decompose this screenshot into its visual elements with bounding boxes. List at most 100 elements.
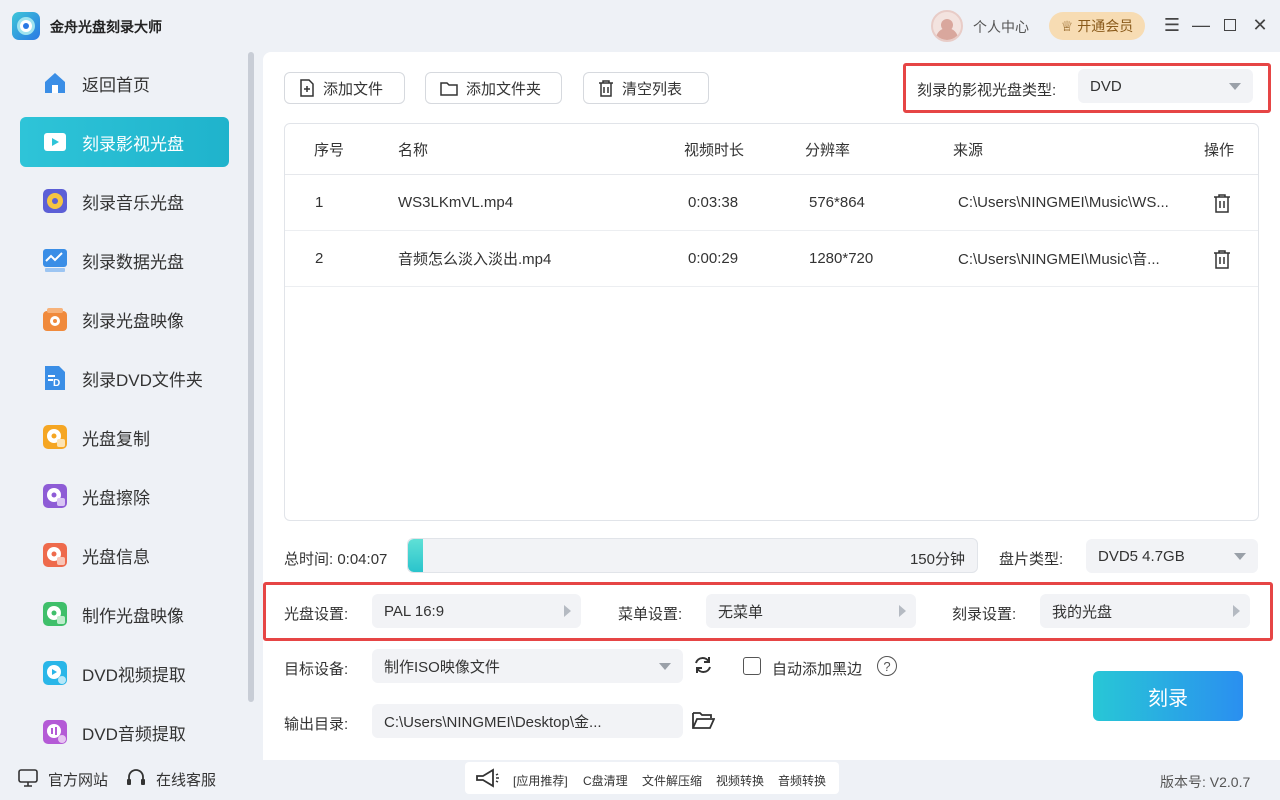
sidebar-item-disc-erase[interactable]: 光盘擦除 [20, 471, 229, 521]
headset-icon [127, 769, 145, 785]
burn-settings-select[interactable]: 我的光盘 [1040, 594, 1250, 628]
row-resolution: 1280*720 [809, 250, 874, 267]
burn-button[interactable]: 刻录 [1093, 671, 1243, 721]
maximize-icon[interactable] [1219, 14, 1241, 36]
sidebar-item-make-image[interactable]: 制作光盘映像 [20, 589, 229, 639]
add-folder-button[interactable]: 添加文件夹 [425, 72, 562, 104]
promo-link-unzip[interactable]: 文件解压缩 [642, 772, 702, 789]
sidebar-item-disc-info[interactable]: 光盘信息 [20, 530, 229, 580]
sidebar-scrollbar[interactable] [248, 52, 254, 702]
menu-settings-value: 无菜单 [718, 603, 764, 621]
sidebar-item-label: 光盘信息 [82, 547, 150, 567]
crown-icon: ♕ [1060, 17, 1074, 34]
sidebar-item-burn-dvd-folder[interactable]: D 刻录DVD文件夹 [20, 353, 229, 403]
sidebar-item-label: 返回首页 [82, 75, 150, 95]
row-index: 2 [315, 250, 324, 267]
row-resolution: 576*864 [809, 194, 865, 211]
auto-black-checkbox[interactable] [743, 657, 761, 675]
vip-button[interactable]: ♕ 开通会员 [1049, 12, 1145, 40]
header-duration: 视频时长 [684, 141, 745, 159]
main-panel: 添加文件 添加文件夹 清空列表 刻录的影视光盘类型: DVD 序号 名称 视频时… [263, 52, 1280, 760]
disc-info-icon [43, 543, 67, 567]
dvd-folder-icon: D [45, 366, 65, 390]
chevron-down-icon [1229, 83, 1241, 90]
sidebar-item-label: DVD音频提取 [82, 724, 186, 744]
home-icon [45, 73, 65, 93]
table-row[interactable]: 1 WS3LKmVL.mp4 0:03:38 576*864 C:\Users\… [285, 175, 1258, 231]
sidebar-item-label: 制作光盘映像 [82, 606, 184, 626]
chevron-down-icon [1234, 553, 1246, 560]
sidebar-item-label: DVD视频提取 [82, 665, 186, 685]
disc-type-select[interactable]: DVD [1078, 69, 1253, 103]
row-duration: 0:03:38 [688, 194, 739, 211]
disc-kind-value: DVD5 4.7GB [1098, 547, 1185, 565]
disc-copy-icon [43, 425, 67, 449]
header-source: 来源 [953, 141, 984, 159]
target-device-label: 目标设备: [284, 661, 349, 678]
sidebar-item-dvd-video-extract[interactable]: DVD视频提取 [20, 648, 229, 698]
app-logo-icon [12, 12, 40, 40]
table-row[interactable]: 2 音频怎么淡入淡出.mp4 0:00:29 1280*720 C:\Users… [285, 231, 1258, 287]
user-center-link[interactable]: 个人中心 [973, 17, 1029, 37]
help-icon[interactable]: ? [877, 656, 897, 676]
burn-settings-value: 我的光盘 [1052, 603, 1113, 621]
dvd-audio-extract-icon [43, 720, 67, 744]
output-dir-field[interactable]: C:\Users\NINGMEI\Desktop\金... [372, 704, 683, 738]
table-header: 序号 名称 视频时长 分辨率 来源 操作 [285, 124, 1258, 175]
disc-settings-label: 光盘设置: [284, 606, 349, 623]
promo-link-video-convert[interactable]: 视频转换 [716, 772, 764, 789]
output-dir-label: 输出目录: [284, 716, 349, 733]
add-file-button[interactable]: 添加文件 [284, 72, 405, 104]
disc-type-value: DVD [1090, 77, 1122, 95]
promo-bar: [应用推荐] C盘清理 文件解压缩 视频转换 音频转换 [465, 762, 839, 794]
refresh-icon[interactable] [693, 655, 713, 675]
clear-list-label: 清空列表 [622, 80, 683, 98]
sidebar-item-burn-data[interactable]: 刻录数据光盘 [20, 235, 229, 285]
sidebar: 返回首页 刻录影视光盘 刻录音乐光盘 刻录数据光盘 刻录光盘映像 D 刻录DVD… [0, 52, 262, 760]
open-folder-icon[interactable] [691, 710, 715, 730]
disc-settings-value: PAL 16:9 [384, 602, 445, 620]
sidebar-item-label: 光盘复制 [82, 429, 150, 449]
website-link[interactable]: 官方网站 [48, 769, 108, 790]
header-name: 名称 [398, 141, 429, 159]
clear-list-button[interactable]: 清空列表 [583, 72, 709, 104]
avatar[interactable] [931, 10, 963, 42]
menu-icon[interactable]: ☰ [1161, 14, 1183, 36]
sidebar-item-label: 刻录音乐光盘 [82, 193, 184, 213]
svg-text:D: D [53, 378, 60, 389]
sidebar-item-disc-copy[interactable]: 光盘复制 [20, 412, 229, 462]
trash-icon [599, 80, 613, 97]
capacity-limit: 150分钟 [909, 551, 965, 568]
sidebar-item-burn-music[interactable]: 刻录音乐光盘 [20, 176, 229, 226]
delete-icon[interactable] [1213, 249, 1231, 269]
sidebar-item-label: 刻录数据光盘 [82, 252, 184, 272]
capacity-bar: 150分钟 [407, 538, 978, 573]
disc-type-label: 刻录的影视光盘类型: [917, 82, 1057, 99]
minimize-icon[interactable]: — [1190, 14, 1212, 36]
header-index: 序号 [314, 141, 345, 159]
monitor-icon [18, 769, 38, 787]
menu-settings-select[interactable]: 无菜单 [706, 594, 916, 628]
sidebar-item-burn-image[interactable]: 刻录光盘映像 [20, 294, 229, 344]
delete-icon[interactable] [1213, 193, 1231, 213]
sidebar-item-dvd-audio-extract[interactable]: DVD音频提取 [20, 707, 229, 757]
disc-kind-select[interactable]: DVD5 4.7GB [1086, 539, 1258, 573]
row-name: 音频怎么淡入淡出.mp4 [398, 251, 552, 268]
title-bar: 金舟光盘刻录大师 个人中心 ♕ 开通会员 ☰ — ✕ [0, 0, 1280, 52]
sidebar-item-home[interactable]: 返回首页 [20, 58, 229, 108]
chevron-right-icon [899, 605, 906, 617]
promo-link-disk-clean[interactable]: C盘清理 [583, 772, 628, 789]
sidebar-item-burn-video[interactable]: 刻录影视光盘 [20, 117, 229, 167]
make-image-icon [43, 602, 67, 626]
auto-black-label: 自动添加黑边 [772, 661, 863, 678]
service-link[interactable]: 在线客服 [156, 769, 216, 790]
sidebar-item-label: 刻录影视光盘 [82, 134, 184, 154]
app-title: 金舟光盘刻录大师 [50, 19, 162, 35]
menu-settings-label: 菜单设置: [618, 606, 683, 623]
disc-settings-select[interactable]: PAL 16:9 [372, 594, 581, 628]
promo-link-audio-convert[interactable]: 音频转换 [778, 772, 826, 789]
target-device-select[interactable]: 制作ISO映像文件 [372, 649, 683, 683]
chevron-right-icon [564, 605, 571, 617]
close-icon[interactable]: ✕ [1249, 14, 1271, 36]
row-index: 1 [315, 194, 324, 211]
